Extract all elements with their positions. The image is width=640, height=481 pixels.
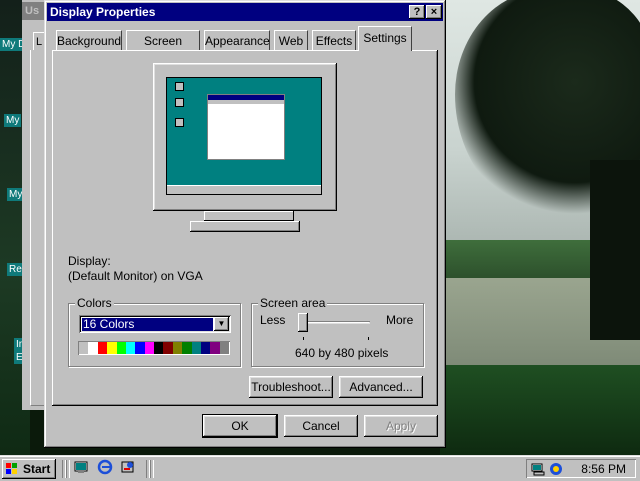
system-tray: 8:56 PM <box>526 459 636 478</box>
desktop-icon-label[interactable]: My <box>4 114 22 127</box>
mini-window <box>207 94 285 160</box>
color-swatch <box>191 342 201 354</box>
close-button[interactable]: × <box>426 5 442 19</box>
screen-area-slider-thumb[interactable] <box>298 313 308 332</box>
slider-tick <box>303 337 304 340</box>
color-swatch <box>88 342 98 354</box>
screen-area-group-label: Screen area <box>258 296 328 310</box>
color-swatch <box>144 342 154 354</box>
mini-window-menu <box>208 100 284 104</box>
slider-tick <box>368 337 369 340</box>
color-swatch <box>135 342 145 354</box>
dialog-titlebar[interactable]: Display Properties ? × <box>47 3 443 21</box>
tab-effects[interactable]: Effects <box>312 30 356 50</box>
colors-group-label: Colors <box>75 296 114 310</box>
color-swatch <box>200 342 211 354</box>
mini-desktop-icon <box>175 98 184 107</box>
color-swatch <box>107 342 117 354</box>
color-swatch <box>163 342 173 354</box>
clock[interactable]: 8:56 PM <box>581 462 626 476</box>
tab-appearance[interactable]: Appearance <box>204 30 270 50</box>
color-swatch <box>210 342 220 354</box>
channels-icon[interactable] <box>118 459 138 479</box>
dialog-title: Display Properties <box>50 5 156 19</box>
monitor-stand <box>204 211 294 221</box>
windows-logo-icon <box>6 463 17 474</box>
colors-group: Colors <box>68 296 241 367</box>
display-label: Display: <box>68 254 111 268</box>
color-swatch <box>97 342 108 354</box>
taskbar: Start 8:56 PM <box>0 455 640 481</box>
display-settings-icon[interactable] <box>531 461 547 477</box>
help-button[interactable]: ? <box>409 5 425 19</box>
less-label: Less <box>260 313 286 327</box>
scheduler-icon[interactable] <box>548 461 564 477</box>
more-label: More <box>386 313 414 327</box>
background-window-panel <box>30 50 45 406</box>
tab-settings[interactable]: Settings <box>358 26 412 51</box>
advanced-button[interactable]: Advanced... <box>339 376 423 398</box>
display-value: (Default Monitor) on VGA <box>68 269 203 283</box>
color-swatch <box>172 342 183 354</box>
monitor-preview <box>153 63 337 211</box>
troubleshoot-button[interactable]: Troubleshoot... <box>249 376 333 398</box>
monitor-base <box>190 221 300 232</box>
taskbar-separator <box>150 460 154 478</box>
color-swatch <box>219 342 229 354</box>
colors-select[interactable]: 16 Colors ▼ <box>79 315 231 333</box>
cancel-button[interactable]: Cancel <box>284 415 358 437</box>
mini-desktop-icon <box>175 82 184 91</box>
apply-button[interactable]: Apply <box>364 415 438 437</box>
chevron-down-icon[interactable]: ▼ <box>214 317 229 331</box>
color-swatch <box>182 342 192 354</box>
mini-desktop-icon <box>175 118 184 127</box>
mini-taskbar <box>167 185 321 194</box>
internet-explorer-icon[interactable] <box>95 459 115 479</box>
color-swatch <box>79 342 89 354</box>
color-palette-preview <box>78 341 230 355</box>
tab-screen-saver[interactable]: Screen Saver <box>126 30 200 68</box>
tab-background[interactable]: Background <box>56 30 122 50</box>
resolution-label: 640 by 480 pixels <box>295 346 389 360</box>
tab-web[interactable]: Web <box>274 30 308 50</box>
taskbar-separator <box>66 460 70 478</box>
start-label: Start <box>23 462 51 476</box>
ok-button[interactable]: OK <box>202 414 278 438</box>
show-desktop-icon[interactable] <box>71 459 91 479</box>
start-button[interactable]: Start <box>2 459 56 479</box>
wallpaper-tree-trunk <box>590 160 640 340</box>
wallpaper-grass <box>440 365 640 455</box>
colors-selected-value: 16 Colors <box>82 318 213 331</box>
screen-area-slider-track[interactable] <box>304 321 370 324</box>
color-swatch <box>154 342 164 354</box>
monitor-screen <box>166 77 322 195</box>
